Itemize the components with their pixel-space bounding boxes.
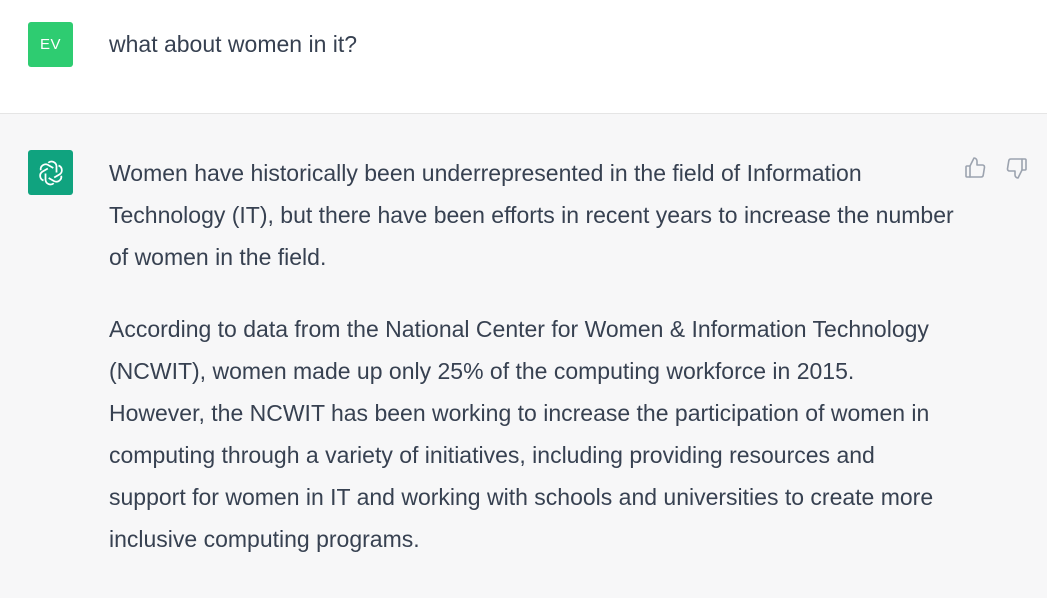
user-avatar-initials: EV — [39, 36, 61, 53]
thumbs-down-icon — [1006, 158, 1027, 179]
user-message-row: EV what about women in it? — [0, 0, 1047, 114]
assistant-message-text: Women have historically been underrepres… — [109, 152, 954, 590]
user-message-text: what about women in it? — [109, 31, 358, 57]
thumbs-down-button[interactable] — [1004, 155, 1030, 181]
reply-paragraph: According to data from the National Cent… — [109, 316, 934, 552]
thumbs-up-icon — [965, 157, 986, 178]
reply-paragraph: Women have historically been underrepres… — [109, 160, 954, 270]
user-avatar: EV — [28, 22, 73, 67]
thumbs-up-button[interactable] — [962, 155, 988, 181]
openai-logo-icon — [28, 150, 73, 195]
